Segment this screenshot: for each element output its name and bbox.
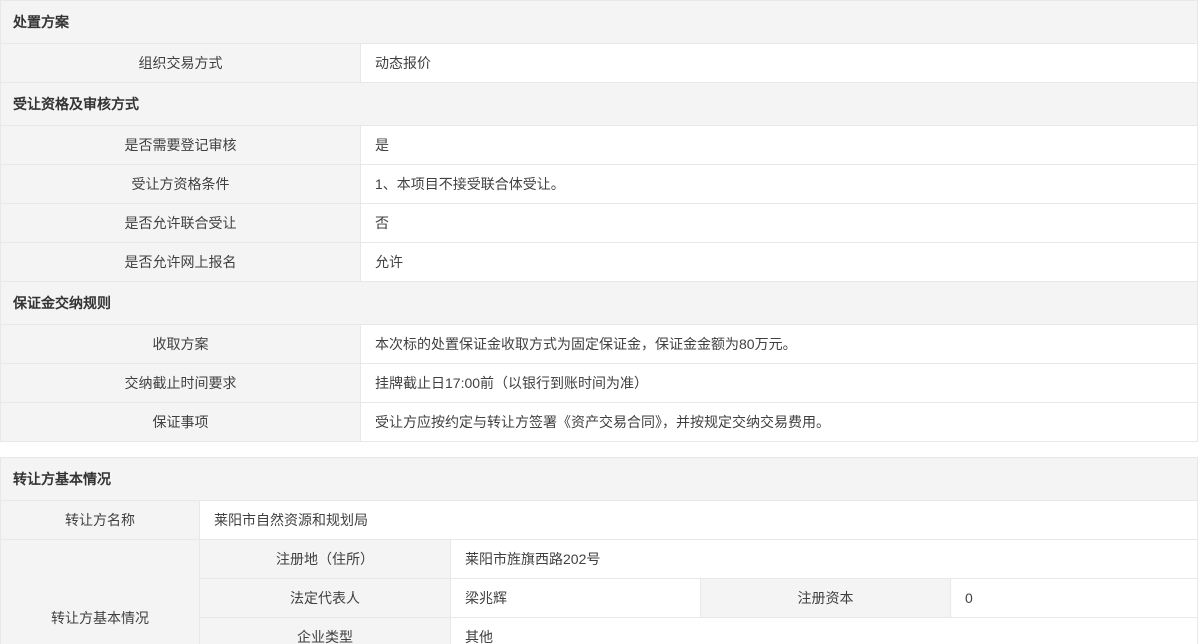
field-value-collection-plan: 本次标的处置保证金收取方式为固定保证金，保证金金额为80万元。 <box>361 325 1198 364</box>
section-header-deposit-rules: 保证金交纳规则 <box>1 282 1198 325</box>
field-label-registration-review: 是否需要登记审核 <box>1 126 361 165</box>
table-row: 保证事项 受让方应按约定与转让方签署《资产交易合同》，并按规定交纳交易费用。 <box>1 403 1198 442</box>
section-row-transferee-qualification: 受让资格及审核方式 <box>1 83 1198 126</box>
field-label-online-signup: 是否允许网上报名 <box>1 243 361 282</box>
field-label-payment-deadline: 交纳截止时间要求 <box>1 364 361 403</box>
section-row-disposal-plan: 处置方案 <box>1 1 1198 44</box>
group-cell-transferor-basic-info: 转让方基本情况 <box>1 540 200 644</box>
field-value-company-type: 其他 <box>451 618 1198 644</box>
field-label-registered-address: 注册地（住所） <box>200 540 451 579</box>
section-header-transferee-qualification: 受让资格及审核方式 <box>1 83 1198 126</box>
table-row: 组织交易方式 动态报价 <box>1 44 1198 83</box>
field-label-qualification-condition: 受让方资格条件 <box>1 165 361 204</box>
field-value-registration-review: 是 <box>361 126 1198 165</box>
table-row: 是否允许联合受让 否 <box>1 204 1198 243</box>
field-label-guarantee-items: 保证事项 <box>1 403 361 442</box>
table-row: 转让方基本情况 注册地（住所） 莱阳市旌旗西路202号 <box>1 540 1198 579</box>
section-row-deposit-rules: 保证金交纳规则 <box>1 282 1198 325</box>
table-row: 是否允许网上报名 允许 <box>1 243 1198 282</box>
field-value-guarantee-items: 受让方应按约定与转让方签署《资产交易合同》，并按规定交纳交易费用。 <box>361 403 1198 442</box>
table-row: 收取方案 本次标的处置保证金收取方式为固定保证金，保证金金额为80万元。 <box>1 325 1198 364</box>
field-value-registered-address: 莱阳市旌旗西路202号 <box>451 540 1198 579</box>
field-label-trade-method: 组织交易方式 <box>1 44 361 83</box>
field-label-collection-plan: 收取方案 <box>1 325 361 364</box>
field-label-company-type: 企业类型 <box>200 618 451 644</box>
section-header-disposal-plan: 处置方案 <box>1 1 1198 44</box>
section-row-transferor-info: 转让方基本情况 <box>1 458 1198 501</box>
field-value-trade-method: 动态报价 <box>361 44 1198 83</box>
table-row: 转让方名称 莱阳市自然资源和规划局 <box>1 501 1198 540</box>
field-value-legal-representative: 梁兆辉 <box>451 579 701 618</box>
table-row: 受让方资格条件 1、本项目不接受联合体受让。 <box>1 165 1198 204</box>
listing-detail-page: 处置方案 组织交易方式 动态报价 受让资格及审核方式 是否需要登记审核 是 受让… <box>0 0 1201 644</box>
field-value-joint-transfer: 否 <box>361 204 1198 243</box>
table-row: 是否需要登记审核 是 <box>1 126 1198 165</box>
field-label-legal-representative: 法定代表人 <box>200 579 451 618</box>
disposal-info-table: 处置方案 组织交易方式 动态报价 受让资格及审核方式 是否需要登记审核 是 受让… <box>0 0 1198 442</box>
field-value-qualification-condition: 1、本项目不接受联合体受让。 <box>361 165 1198 204</box>
section-header-transferor-info: 转让方基本情况 <box>1 458 1198 501</box>
field-value-payment-deadline: 挂牌截止日17:00前（以银行到账时间为准） <box>361 364 1198 403</box>
field-label-registered-capital: 注册资本 <box>701 579 951 618</box>
field-value-registered-capital: 0 <box>951 579 1198 618</box>
table-row: 交纳截止时间要求 挂牌截止日17:00前（以银行到账时间为准） <box>1 364 1198 403</box>
field-label-joint-transfer: 是否允许联合受让 <box>1 204 361 243</box>
field-label-transferor-name: 转让方名称 <box>1 501 200 540</box>
table-separator <box>0 442 1201 457</box>
field-value-transferor-name: 莱阳市自然资源和规划局 <box>200 501 1198 540</box>
field-value-online-signup: 允许 <box>361 243 1198 282</box>
transferor-info-table: 转让方基本情况 转让方名称 莱阳市自然资源和规划局 转让方基本情况 注册地（住所… <box>0 457 1198 644</box>
